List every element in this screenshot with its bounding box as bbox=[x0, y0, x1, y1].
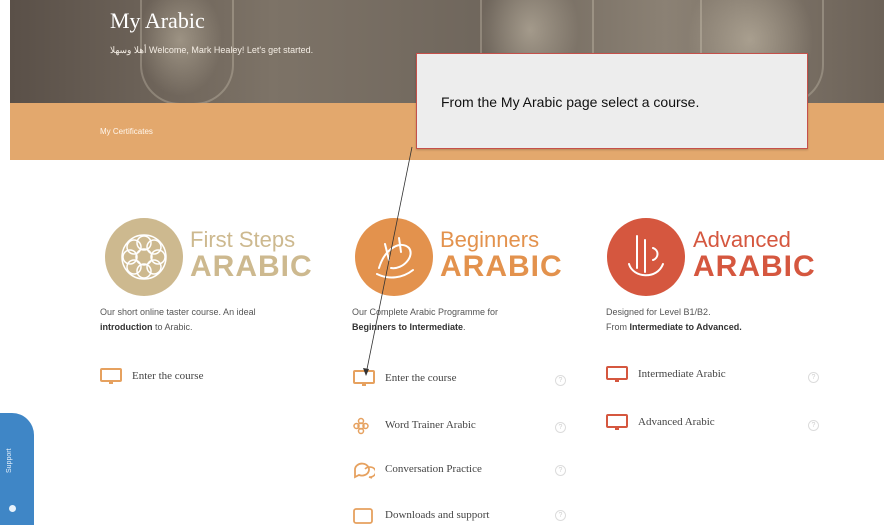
description-line: . bbox=[463, 322, 466, 332]
link-label: Word Trainer Arabic bbox=[385, 419, 476, 431]
advanced-logo[interactable] bbox=[607, 218, 685, 296]
flower-pattern-icon bbox=[353, 417, 369, 435]
chat-bubbles-icon bbox=[354, 462, 375, 479]
intermediate-arabic-link[interactable]: Intermediate Arabic bbox=[606, 366, 796, 386]
arabic-calligraphy-icon bbox=[628, 235, 664, 277]
geometric-flower-icon bbox=[121, 234, 167, 280]
conversation-practice-link[interactable]: Conversation Practice bbox=[353, 461, 543, 481]
help-icon[interactable]: ? bbox=[808, 372, 819, 383]
link-label: Enter the course bbox=[385, 372, 457, 384]
support-tab[interactable]: Support bbox=[0, 413, 34, 525]
instruction-callout: From the My Arabic page select a course. bbox=[416, 53, 808, 149]
advanced-description: Designed for Level B1/B2. From Intermedi… bbox=[606, 305, 742, 335]
word-trainer-link[interactable]: Word Trainer Arabic bbox=[353, 417, 543, 437]
beginners-subtitle: ARABIC bbox=[440, 250, 563, 283]
beginners-logo[interactable] bbox=[355, 218, 433, 296]
link-label: Conversation Practice bbox=[385, 463, 482, 475]
description-bold: Beginners to Intermediate bbox=[352, 322, 464, 332]
downloads-support-link[interactable]: Downloads and support bbox=[353, 507, 543, 527]
first-steps-logo[interactable] bbox=[105, 218, 183, 296]
help-icon[interactable]: ? bbox=[555, 422, 566, 433]
arabic-calligraphy-icon bbox=[376, 237, 414, 279]
link-label: Advanced Arabic bbox=[638, 416, 715, 428]
description-bold: introduction bbox=[100, 322, 153, 332]
description-line: Our Complete Arabic Programme for bbox=[352, 307, 499, 317]
advanced-arabic-link[interactable]: Advanced Arabic bbox=[606, 414, 796, 434]
description-bold: Intermediate to Advanced. bbox=[629, 322, 742, 332]
support-icon bbox=[9, 505, 16, 512]
description-line: to Arabic. bbox=[152, 322, 193, 332]
first-steps-description: Our short online taster course. An ideal… bbox=[100, 305, 256, 335]
beginners-description: Our Complete Arabic Programme for Beginn… bbox=[352, 305, 498, 335]
monitor-icon bbox=[100, 368, 122, 384]
link-label: Downloads and support bbox=[385, 509, 490, 521]
callout-text: From the My Arabic page select a course. bbox=[441, 94, 700, 110]
help-icon[interactable]: ? bbox=[555, 375, 566, 386]
beginners-enter-course-link[interactable]: Enter the course bbox=[353, 370, 543, 390]
help-icon[interactable]: ? bbox=[555, 510, 566, 521]
description-line: From bbox=[606, 322, 630, 332]
page-title: My Arabic bbox=[110, 8, 205, 33]
my-certificates-link[interactable]: My Certificates bbox=[100, 127, 153, 136]
download-icon bbox=[353, 508, 373, 524]
help-icon[interactable]: ? bbox=[808, 420, 819, 431]
advanced-subtitle: ARABIC bbox=[693, 250, 816, 283]
description-line: Designed for Level B1/B2. bbox=[606, 307, 711, 317]
link-label: Enter the course bbox=[132, 370, 204, 382]
monitor-icon bbox=[606, 414, 628, 430]
monitor-icon bbox=[606, 366, 628, 382]
link-label: Intermediate Arabic bbox=[638, 368, 726, 380]
first-steps-subtitle: ARABIC bbox=[190, 250, 313, 283]
monitor-icon bbox=[353, 370, 375, 386]
help-icon[interactable]: ? bbox=[555, 465, 566, 476]
first-steps-enter-course-link[interactable]: Enter the course bbox=[100, 368, 260, 388]
support-label: Support bbox=[6, 448, 13, 473]
description-line: Our short online taster course. An ideal bbox=[100, 307, 256, 317]
welcome-message: أهلا وسهلا Welcome, Mark Healey! Let's g… bbox=[110, 45, 314, 55]
